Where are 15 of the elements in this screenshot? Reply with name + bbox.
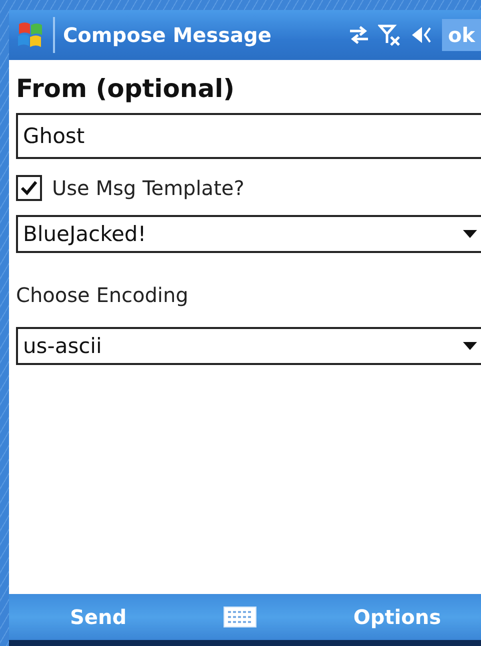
template-dropdown[interactable]: BlueJacked! [16,215,481,253]
dropdown-arrow-icon [463,230,477,238]
start-logo-icon[interactable] [15,20,45,50]
from-input-field[interactable]: Ghost [16,113,481,159]
keyboard-icon[interactable] [222,606,257,628]
template-label: Use Msg Template? [52,176,244,200]
dropdown-arrow-icon [463,342,477,350]
window-title: Compose Message [63,23,272,47]
checkmark-icon [20,180,38,196]
from-label: From (optional) [16,74,236,103]
signal-off-icon[interactable] [378,23,402,47]
encoding-label: Choose Encoding [16,283,190,307]
encoding-dropdown[interactable]: us-ascii [16,327,481,365]
template-checkbox[interactable] [16,175,42,201]
connectivity-icon[interactable] [348,25,370,45]
